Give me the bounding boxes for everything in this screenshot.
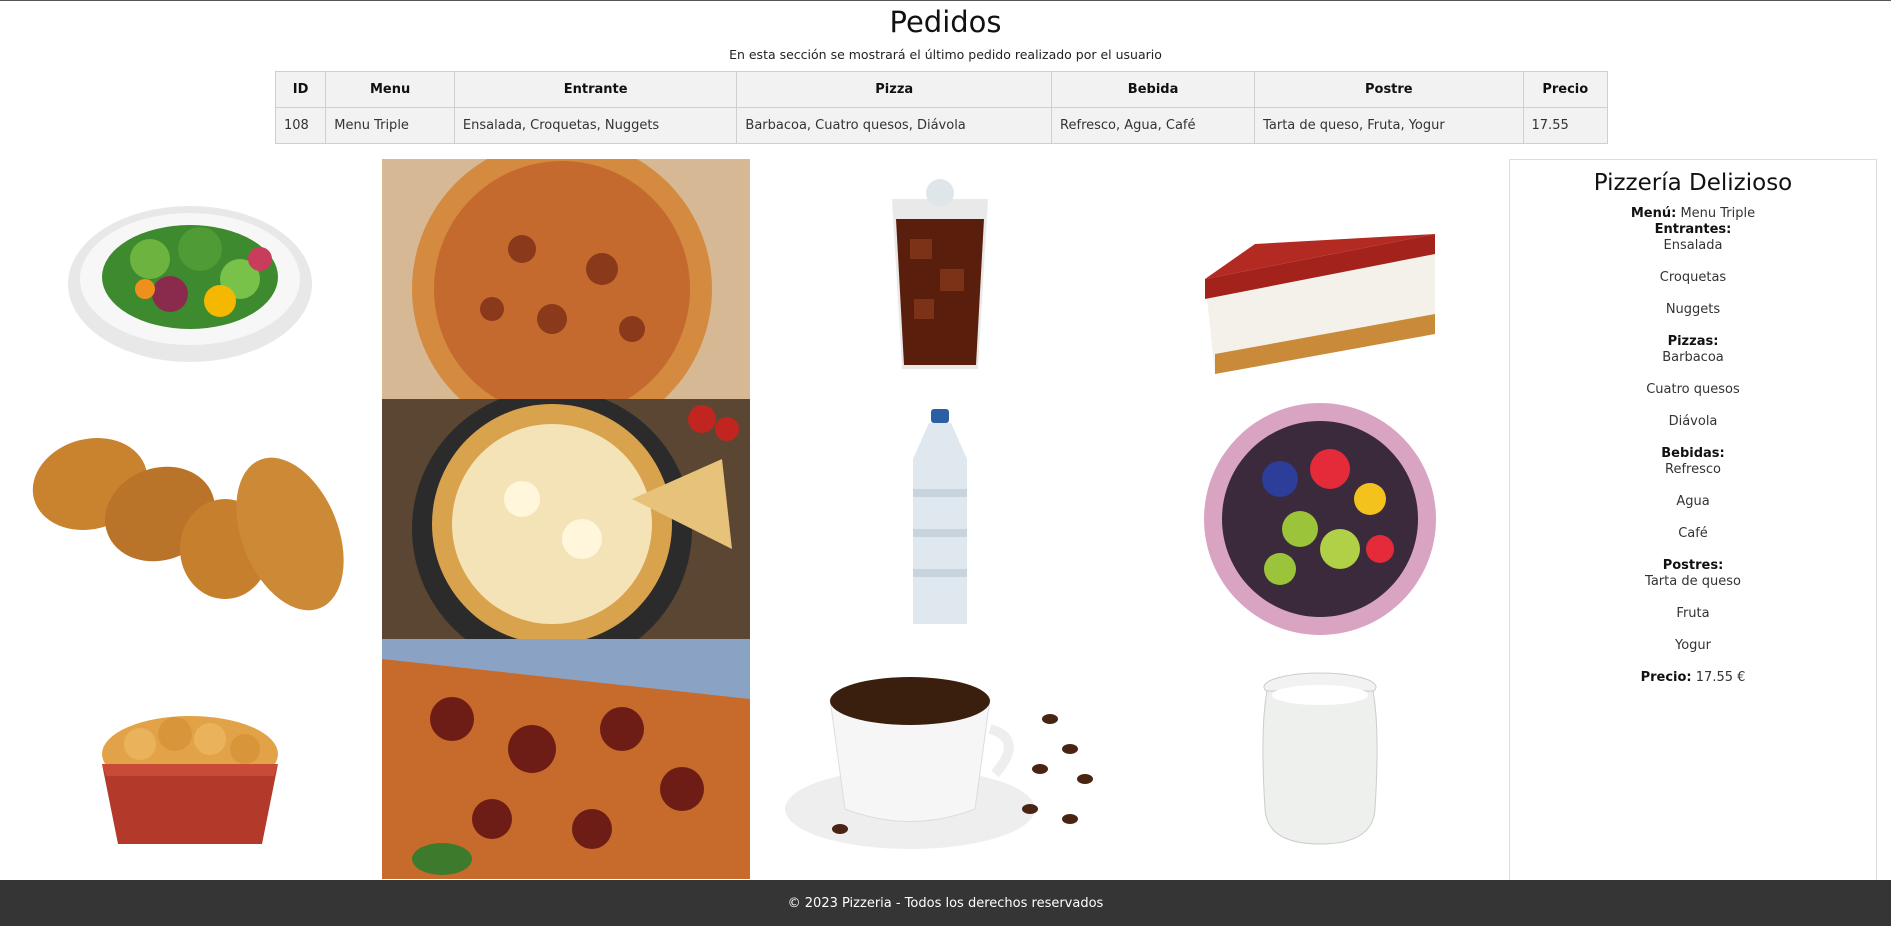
precio-value: 17.55 € — [1695, 670, 1746, 685]
precio-line: Precio: 17.55 € — [1510, 670, 1876, 686]
cell-menu: Menu Triple — [325, 107, 455, 144]
fruit-bowl-image — [1170, 399, 1470, 639]
cell-precio: 17.55 — [1522, 107, 1609, 144]
list-item: Cuatro quesos — [1646, 382, 1740, 397]
menu-label: Menú: — [1630, 206, 1677, 221]
page-title: Pedidos — [889, 5, 1002, 39]
bebidas-label: Bebidas: — [1661, 446, 1725, 461]
cell-bebida: Refresco, Agua, Café — [1051, 107, 1256, 144]
list-item: Café — [1678, 526, 1708, 541]
list-item: Agua — [1676, 494, 1710, 509]
order-summary-card: Pizzería Delizioso Menú: Menu Triple Ent… — [1509, 159, 1877, 881]
precio-label: Precio: — [1640, 670, 1692, 685]
yogurt-jar-image — [1170, 639, 1470, 879]
page-header: Pedidos En esta sección se mostrará el ú… — [0, 1, 1891, 62]
bbq-pizza-image — [382, 159, 750, 399]
postres-label: Postres: — [1662, 558, 1724, 573]
list-item: Tarta de queso — [1645, 574, 1741, 589]
column-header-entrante: Entrante — [453, 71, 738, 108]
orders-table: ID Menu Entrante Pizza Bebida Postre Pre… — [274, 71, 1609, 144]
column-header-bebida: Bebida — [1051, 71, 1256, 108]
salad-image — [40, 159, 340, 399]
list-item: Barbacoa — [1662, 350, 1724, 365]
list-item: Croquetas — [1659, 270, 1727, 285]
entrantes-label: Entrantes: — [1654, 222, 1732, 237]
column-header-menu: Menu — [325, 71, 455, 108]
list-item: Yogur — [1674, 638, 1711, 653]
list-item: Ensalada — [1663, 238, 1723, 253]
list-item: Refresco — [1665, 462, 1721, 477]
coffee-cup-image — [775, 639, 1115, 879]
cell-entrante: Ensalada, Croquetas, Nuggets — [453, 107, 738, 144]
four-cheese-pizza-image — [382, 399, 750, 639]
nuggets-image — [60, 679, 320, 879]
cola-glass-image — [790, 159, 1090, 399]
pizzas-label: Pizzas: — [1667, 334, 1719, 349]
column-header-postre: Postre — [1254, 71, 1524, 108]
table-header-row: ID Menu Entrante Pizza Bebida Postre Pre… — [274, 71, 1609, 108]
page-subtitle: En esta sección se mostrará el último pe… — [729, 47, 1162, 62]
list-item: Fruta — [1676, 606, 1710, 621]
menu-line: Menú: Menu Triple — [1510, 206, 1876, 222]
cell-postre: Tarta de queso, Fruta, Yogur — [1254, 107, 1524, 144]
page-footer: © 2023 Pizzeria - Todos los derechos res… — [0, 880, 1891, 926]
croquettes-image — [20, 399, 360, 639]
cell-id: 108 — [274, 107, 327, 144]
footer-text: © 2023 Pizzeria - Todos los derechos res… — [787, 895, 1104, 911]
cheesecake-image — [1170, 159, 1470, 399]
column-header-id: ID — [274, 71, 327, 108]
restaurant-name: Pizzería Delizioso — [1593, 170, 1793, 196]
list-item: Diávola — [1668, 414, 1718, 429]
food-gallery — [0, 159, 1500, 880]
list-item: Nuggets — [1665, 302, 1721, 317]
water-bottle-image — [790, 399, 1090, 639]
column-header-precio: Precio — [1522, 71, 1609, 108]
diavola-pizza-image — [382, 639, 750, 879]
menu-value: Menu Triple — [1680, 206, 1756, 221]
column-header-pizza: Pizza — [736, 71, 1053, 108]
table-row: 108 Menu Triple Ensalada, Croquetas, Nug… — [274, 107, 1609, 144]
cell-pizza: Barbacoa, Cuatro quesos, Diávola — [736, 107, 1053, 144]
